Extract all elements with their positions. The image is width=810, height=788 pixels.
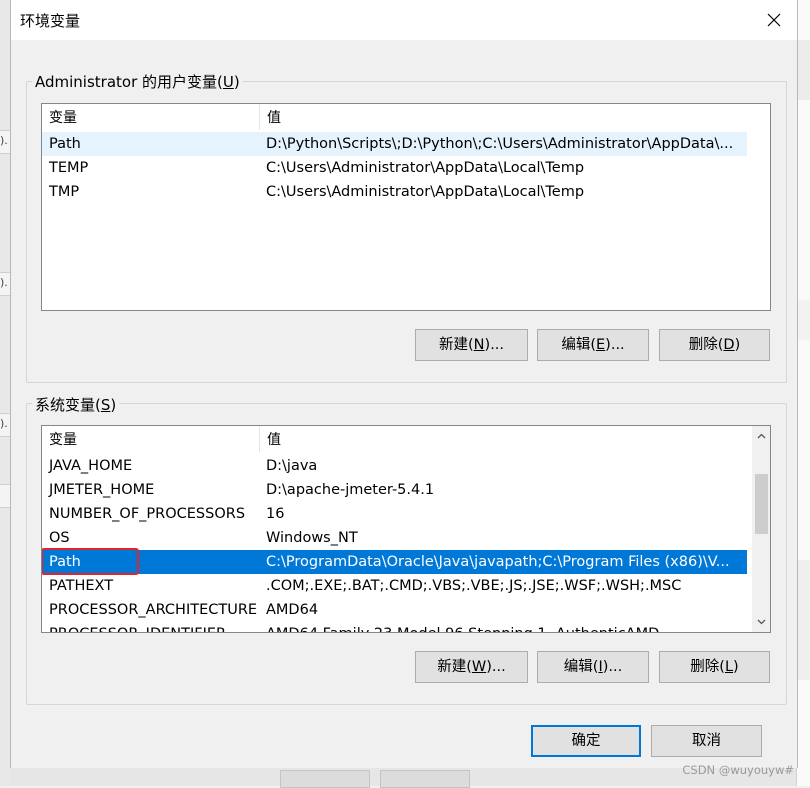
list-header: 变量 值 [42, 426, 752, 452]
system-edit-button[interactable]: 编辑(I)... [537, 651, 649, 683]
table-row[interactable]: PATHEXT .COM;.EXE;.BAT;.CMD;.VBS;.VBE;.J… [42, 574, 747, 598]
variable-value: C:\ProgramData\Oracle\Java\javapath;C:\P… [266, 554, 730, 570]
ok-button[interactable]: 确定 [531, 725, 641, 757]
variable-value: C:\Users\Administrator\AppData\Local\Tem… [266, 184, 585, 200]
window-title: 环境变量 [20, 12, 81, 30]
column-header-variable[interactable]: 变量 [42, 104, 260, 130]
table-row[interactable]: JAVA_HOME D:\java [42, 454, 747, 478]
variable-name: TMP [49, 184, 80, 200]
chevron-up-icon [757, 433, 766, 439]
scroll-down-arrow[interactable] [753, 613, 770, 630]
user-new-button[interactable]: 新建(N)... [415, 329, 528, 361]
table-row[interactable]: NUMBER_OF_PROCESSORS 16 [42, 502, 747, 526]
variable-value: 16 [266, 506, 285, 522]
variable-name: TEMP [49, 160, 89, 176]
user-edit-button[interactable]: 编辑(E)... [537, 329, 649, 361]
background-button [380, 770, 470, 788]
column-header-value[interactable]: 值 [260, 104, 750, 130]
table-row[interactable]: OS Windows_NT [42, 526, 747, 550]
table-row[interactable]: Path D:\Python\Scripts\;D:\Python\;C:\Us… [42, 132, 747, 156]
cancel-button[interactable]: 取消 [651, 725, 762, 757]
variable-name: OS [49, 530, 70, 546]
column-header-value[interactable]: 值 [260, 426, 750, 452]
variable-value: C:\Users\Administrator\AppData\Local\Tem… [266, 160, 585, 176]
close-icon [767, 13, 781, 27]
variable-value: D:\Python\Scripts\;D:\Python\;C:\Users\A… [266, 136, 734, 152]
variable-name: JAVA_HOME [49, 458, 133, 474]
table-row[interactable]: TEMP C:\Users\Administrator\AppData\Loca… [42, 156, 747, 180]
variable-name: Path [49, 136, 81, 152]
environment-variables-dialog: 环境变量 Administrator 的用户变量(U) 变量 值 Path D:… [10, 0, 798, 768]
system-variables-label: 系统变量(S) [32, 394, 120, 415]
variable-name: NUMBER_OF_PROCESSORS [49, 506, 246, 522]
table-row[interactable]: PROCESSOR_IDENTIFIER AMD64 Family 23 Mod… [42, 622, 747, 632]
table-row-selected[interactable]: Path C:\ProgramData\Oracle\Java\javapath… [42, 550, 747, 574]
background-window-bottom [10, 768, 796, 788]
variable-name: PATHEXT [49, 578, 114, 594]
chevron-down-icon [757, 619, 766, 625]
vertical-scrollbar[interactable] [752, 426, 770, 632]
variable-name: PROCESSOR_IDENTIFIER [49, 622, 226, 632]
system-delete-button[interactable]: 删除(L) [659, 651, 770, 683]
variable-value: AMD64 Family 23 Model 96 Stepping 1, Aut… [266, 622, 659, 632]
table-row[interactable]: PROCESSOR_ARCHITECTURE AMD64 [42, 598, 747, 622]
annotation-highlight-box [42, 548, 139, 575]
user-variables-label: Administrator 的用户变量(U) [32, 71, 243, 92]
column-header-variable[interactable]: 变量 [42, 426, 260, 452]
list-header: 变量 值 [42, 104, 770, 130]
title-bar: 环境变量 [11, 0, 797, 40]
close-button[interactable] [751, 0, 797, 40]
variable-name: JMETER_HOME [49, 482, 155, 498]
user-variables-list[interactable]: 变量 值 Path D:\Python\Scripts\;D:\Python\;… [41, 103, 771, 311]
watermark: CSDN @wuyouyw# [682, 763, 794, 777]
system-variables-list[interactable]: 变量 值 JAVA_HOME D:\java JMETER_HOME D:\ap… [41, 425, 771, 633]
background-window-right [796, 0, 810, 786]
variable-value: .COM;.EXE;.BAT;.CMD;.VBS;.VBE;.JS;.JSE;.… [266, 578, 682, 594]
background-button [280, 770, 370, 788]
variable-value: Windows_NT [266, 530, 358, 546]
variable-value: AMD64 [266, 602, 319, 618]
variable-name: PROCESSOR_ARCHITECTURE [49, 602, 258, 618]
scroll-thumb[interactable] [755, 474, 768, 534]
variable-value: D:\java [266, 458, 318, 474]
table-row[interactable]: TMP C:\Users\Administrator\AppData\Local… [42, 180, 747, 204]
system-new-button[interactable]: 新建(W)... [415, 651, 528, 683]
table-row[interactable]: JMETER_HOME D:\apache-jmeter-5.4.1 [42, 478, 747, 502]
scroll-up-arrow[interactable] [753, 428, 770, 445]
user-delete-button[interactable]: 删除(D) [659, 329, 770, 361]
variable-value: D:\apache-jmeter-5.4.1 [266, 482, 435, 498]
